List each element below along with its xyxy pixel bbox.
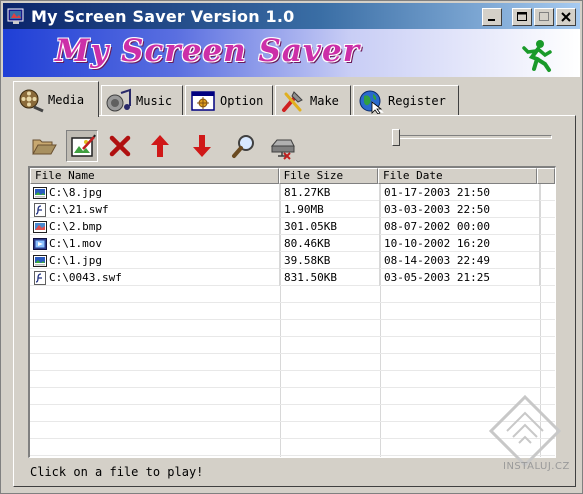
tab-register-label: Register	[388, 93, 446, 108]
cell-file-name: C:\21.swf	[30, 201, 280, 218]
cell-file-size: 81.27KB	[280, 184, 380, 201]
tab-register[interactable]: Register	[353, 85, 459, 115]
table-row[interactable]: C:\0043.swf 831.50KB 03-05-2003 21:25	[30, 269, 555, 286]
close-icon	[561, 12, 571, 22]
file-name-text: C:\1.mov	[49, 237, 102, 250]
table-row[interactable]: C:\1.mov 80.46KB 10-10-2002 16:20	[30, 235, 555, 252]
main-window: My Screen Saver Version 1.0 My Screen Sa…	[0, 0, 583, 494]
maximize-icon	[517, 12, 527, 21]
tab-music-label: Music	[136, 93, 173, 108]
tab-music[interactable]: Music	[101, 85, 183, 115]
cell-file-name: C:\8.jpg	[30, 184, 280, 201]
app-icon[interactable]	[7, 7, 25, 25]
cell-file-name: C:\1.jpg	[30, 252, 280, 269]
tab-option-label: Option	[220, 93, 264, 108]
column-file-date[interactable]: File Date	[378, 168, 538, 184]
delete-x-icon	[109, 135, 131, 157]
cell-file-date: 10-10-2002 16:20	[380, 235, 540, 252]
file-name-text: C:\1.jpg	[49, 254, 102, 267]
clear-all-button[interactable]	[266, 130, 298, 162]
arrow-up-icon	[151, 135, 169, 157]
maximize-button[interactable]	[512, 8, 532, 26]
flash-file-icon	[33, 270, 47, 285]
preview-button[interactable]	[228, 130, 260, 162]
arrow-down-icon	[193, 135, 211, 157]
register-globe-icon	[359, 90, 384, 114]
restore-icon	[539, 12, 549, 21]
tab-option[interactable]: Option	[185, 85, 273, 115]
magnifier-icon	[232, 135, 254, 158]
file-name-text: C:\21.swf	[49, 203, 109, 216]
volume-slider-thumb[interactable]	[392, 129, 400, 146]
running-man-icon	[522, 40, 552, 72]
flash-file-icon	[33, 202, 47, 217]
empty-row	[30, 286, 555, 303]
cell-file-size: 301.05KB	[280, 218, 380, 235]
cell-file-name: C:\2.bmp	[30, 218, 280, 235]
table-row[interactable]: C:\2.bmp 301.05KB 08-07-2002 00:00	[30, 218, 555, 235]
tab-make[interactable]: Make	[275, 85, 351, 115]
file-name-text: C:\2.bmp	[49, 220, 102, 233]
table-row[interactable]: C:\8.jpg 81.27KB 01-17-2003 21:50	[30, 184, 555, 201]
image-file-icon	[33, 186, 47, 200]
status-text: Click on a file to play!	[30, 465, 204, 479]
empty-row	[30, 320, 555, 337]
cell-file-size: 39.58KB	[280, 252, 380, 269]
cell-file-date: 03-03-2003 22:50	[380, 201, 540, 218]
tab-media[interactable]: Media	[13, 81, 99, 117]
banner: My Screen Saver	[3, 29, 580, 77]
empty-row	[30, 337, 555, 354]
tab-media-label: Media	[48, 92, 85, 107]
empty-row	[30, 303, 555, 320]
file-name-text: C:\0043.swf	[49, 271, 122, 284]
cell-file-size: 80.46KB	[280, 235, 380, 252]
cell-file-date: 03-05-2003 21:25	[380, 269, 540, 286]
title-bar[interactable]: My Screen Saver Version 1.0	[3, 3, 580, 29]
tab-make-label: Make	[310, 93, 339, 108]
empty-row	[30, 371, 555, 388]
film-reel-icon	[19, 89, 44, 112]
tools-icon	[282, 90, 303, 112]
restore-button[interactable]	[534, 8, 554, 26]
movie-file-icon	[33, 237, 47, 251]
image-file-icon	[33, 254, 47, 268]
empty-row	[30, 354, 555, 371]
table-row[interactable]: C:\1.jpg 39.58KB 08-14-2003 22:49	[30, 252, 555, 269]
edit-button[interactable]	[66, 130, 98, 162]
file-list-header: File Name File Size File Date	[30, 168, 555, 184]
cell-file-date: 01-17-2003 21:50	[380, 184, 540, 201]
move-down-button[interactable]	[186, 130, 218, 162]
cell-file-date: 08-07-2002 00:00	[380, 218, 540, 235]
drive-clear-icon	[270, 139, 295, 160]
minimize-icon	[488, 19, 495, 21]
column-file-size[interactable]: File Size	[278, 168, 378, 184]
table-row[interactable]: C:\21.swf 1.90MB 03-03-2003 22:50	[30, 201, 555, 218]
column-file-name[interactable]: File Name	[30, 168, 279, 184]
delete-button[interactable]	[104, 130, 136, 162]
open-folder-icon	[32, 139, 57, 155]
cell-file-date: 08-14-2003 22:49	[380, 252, 540, 269]
edit-picture-icon	[71, 134, 96, 157]
window-title: My Screen Saver Version 1.0	[31, 7, 295, 26]
volume-slider-track[interactable]	[392, 135, 552, 139]
cell-file-size: 831.50KB	[280, 269, 380, 286]
column-spacer	[537, 168, 555, 184]
file-name-text: C:\8.jpg	[49, 186, 102, 199]
open-folder-button[interactable]	[28, 130, 60, 162]
move-up-button[interactable]	[144, 130, 176, 162]
banner-logo: My Screen Saver	[55, 33, 361, 69]
bitmap-file-icon	[33, 220, 47, 234]
cell-file-name: C:\1.mov	[30, 235, 280, 252]
speaker-icon	[106, 88, 131, 111]
cell-file-name: C:\0043.swf	[30, 269, 280, 286]
watermark-text: INSTALUJ.CZ	[503, 461, 570, 472]
cell-file-size: 1.90MB	[280, 201, 380, 218]
options-window-icon	[191, 90, 215, 111]
close-button[interactable]	[556, 8, 576, 26]
minimize-button[interactable]	[482, 8, 502, 26]
tab-strip: Media Music Option Make Register	[13, 81, 573, 117]
